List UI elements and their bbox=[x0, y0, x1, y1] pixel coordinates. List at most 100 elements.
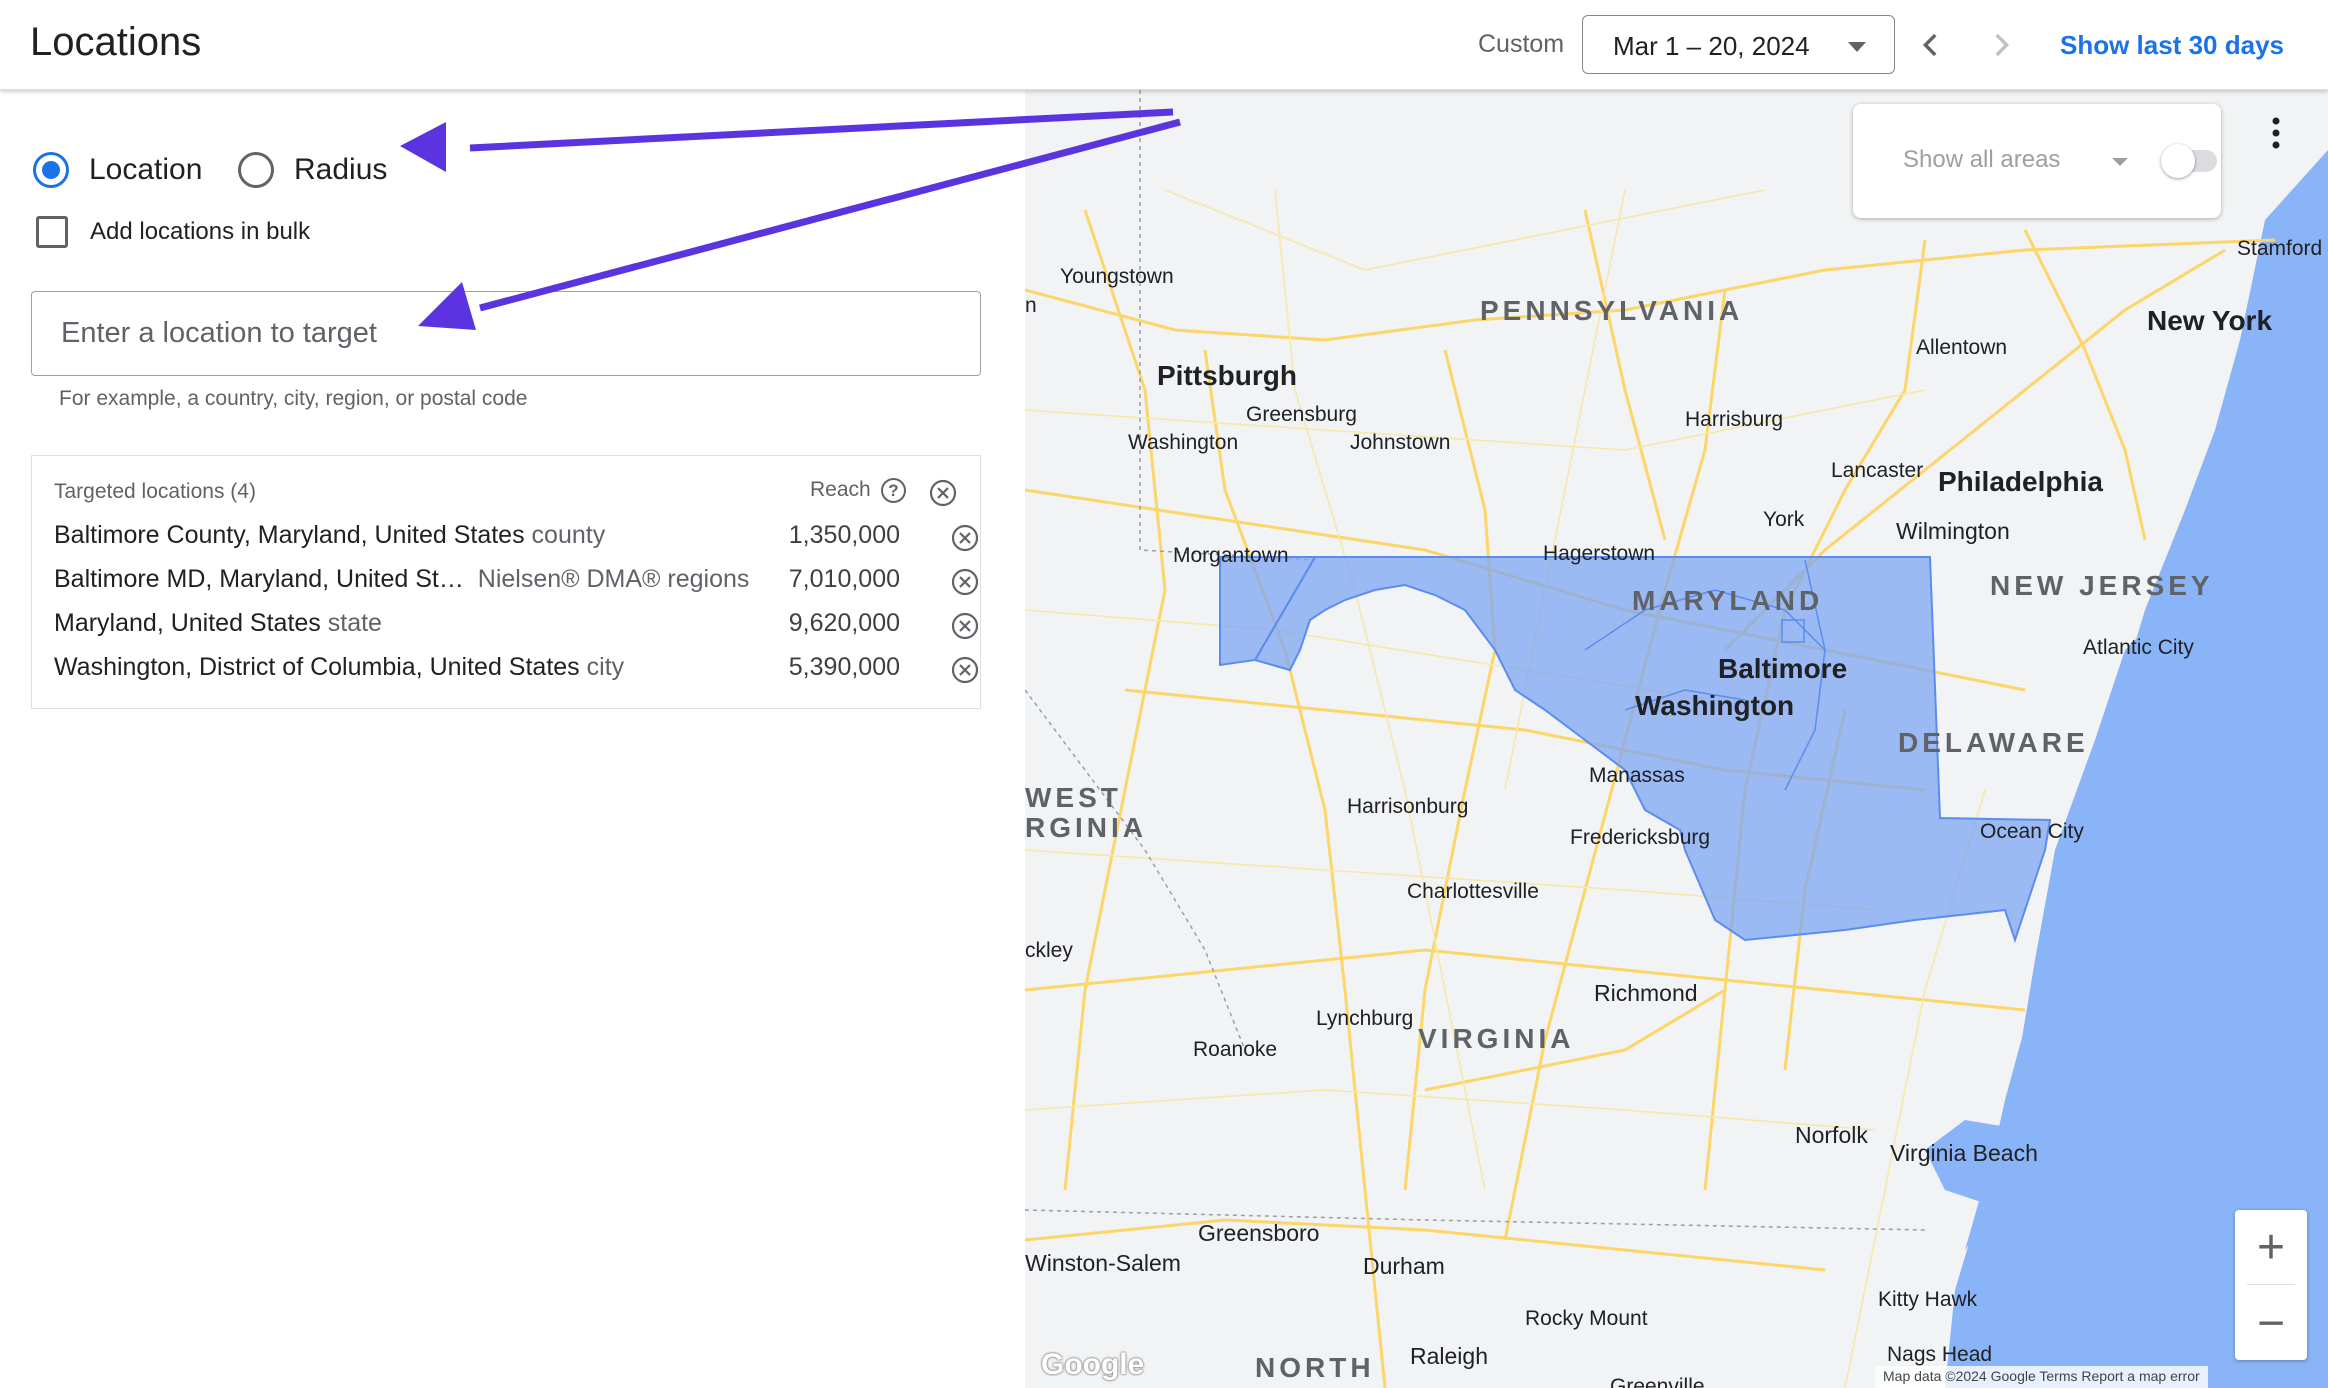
remove-location-icon[interactable] bbox=[950, 567, 980, 597]
toggle-knob bbox=[2161, 144, 2195, 178]
map-label-town: Charlottesville bbox=[1407, 880, 1539, 903]
location-reach: 9,620,000 bbox=[788, 609, 900, 637]
map-label-town: Greensburg bbox=[1246, 403, 1357, 426]
page-title: Locations bbox=[30, 20, 202, 64]
map-label-state: WEST bbox=[1025, 782, 1122, 813]
map-attribution[interactable]: Map data ©2024 Google Terms Report a map… bbox=[1875, 1366, 2208, 1388]
radio-location-indicator bbox=[33, 152, 69, 188]
map-label-town: Roanoke bbox=[1193, 1038, 1278, 1061]
show-all-areas-label[interactable]: Show all areas bbox=[1903, 146, 2060, 174]
remove-location-icon[interactable] bbox=[950, 611, 980, 641]
map-label-town: Durham bbox=[1363, 1253, 1445, 1279]
reach-column-header: Reach bbox=[810, 478, 871, 501]
map-label-town: Johnstown bbox=[1350, 431, 1451, 454]
date-range-type-label: Custom bbox=[1478, 30, 1565, 58]
top-bar: Locations Custom Mar 1 – 20, 2024 Show l… bbox=[0, 0, 2328, 90]
map-label-town: Atlantic City bbox=[2083, 636, 2194, 659]
map-label-town: Virginia Beach bbox=[1890, 1140, 2038, 1166]
google-logo: Google bbox=[1041, 1348, 1145, 1381]
show-all-areas-toggle[interactable] bbox=[2161, 144, 2217, 178]
zoom-divider bbox=[2247, 1284, 2295, 1285]
map-label-town: Harrisonburg bbox=[1347, 795, 1469, 818]
remove-location-icon[interactable] bbox=[950, 523, 980, 553]
map-label-town: Youngstown bbox=[1060, 265, 1174, 288]
map-label-state: NEW JERSEY bbox=[1990, 570, 2214, 601]
map-label-state: DELAWARE bbox=[1898, 727, 2089, 758]
remove-all-icon[interactable] bbox=[928, 478, 958, 508]
map-label-state: RGINIA bbox=[1025, 812, 1147, 843]
radio-location-label: Location bbox=[89, 153, 203, 186]
location-input-hint: For example, a country, city, region, or… bbox=[59, 387, 528, 410]
map-label-town: York bbox=[1763, 508, 1805, 531]
location-search-input[interactable] bbox=[31, 291, 981, 376]
map-label-town: Wilmington bbox=[1896, 518, 2010, 544]
show-all-areas-card: Show all areas bbox=[1853, 104, 2221, 218]
targeted-locations-list: Targeted locations (4) Reach ? Baltimore… bbox=[31, 455, 981, 709]
add-locations-in-bulk-checkbox[interactable]: Add locations in bulk bbox=[36, 216, 310, 248]
table-row: Washington, District of Columbia, United… bbox=[54, 647, 979, 687]
table-row: Baltimore MD, Maryland, United St… Niels… bbox=[54, 559, 979, 599]
map-label-town: Fredericksburg bbox=[1570, 826, 1711, 849]
map-label-city: Richmond bbox=[1594, 980, 1698, 1006]
map-label-city: Pittsburgh bbox=[1157, 360, 1297, 391]
show-last-30-days-link[interactable]: Show last 30 days bbox=[2060, 30, 2284, 61]
chevron-right-icon bbox=[1995, 33, 2010, 57]
map-label-city: Philadelphia bbox=[1938, 466, 2103, 497]
map-label-state: MARYLAND bbox=[1632, 585, 1824, 616]
location-name: Baltimore County, Maryland, United State… bbox=[54, 521, 606, 549]
map-label-town: Lancaster bbox=[1831, 459, 1924, 482]
map-label-city: New York bbox=[2147, 305, 2273, 336]
map-label-town: Winston-Salem bbox=[1025, 1250, 1181, 1276]
map-label-town: n bbox=[1025, 294, 1037, 317]
remove-location-icon[interactable] bbox=[950, 655, 980, 685]
location-name: Baltimore MD, Maryland, United St… Niels… bbox=[54, 565, 750, 593]
map-label-town: Greenville bbox=[1610, 1375, 1705, 1388]
map-label-state: PENNSYLVANIA bbox=[1480, 295, 1744, 326]
map-label-town: Morgantown bbox=[1173, 544, 1289, 567]
location-reach: 1,350,000 bbox=[788, 521, 900, 549]
map-view[interactable]: PENNSYLVANIA MARYLAND NEW JERSEY DELAWAR… bbox=[1025, 90, 2328, 1388]
map-label-town: Hagerstown bbox=[1543, 542, 1656, 565]
radio-radius[interactable]: Radius bbox=[238, 152, 387, 188]
map-label-town: Stamford bbox=[2237, 237, 2323, 260]
radio-radius-indicator bbox=[238, 152, 274, 188]
map-label-state: VIRGINIA bbox=[1418, 1023, 1575, 1054]
checkbox-box bbox=[36, 216, 68, 248]
map-label-state: NORTH bbox=[1255, 1352, 1375, 1383]
dropdown-arrow-icon bbox=[1848, 42, 1866, 52]
date-range-value: Mar 1 – 20, 2024 bbox=[1613, 31, 1810, 61]
radio-radius-label: Radius bbox=[294, 153, 388, 186]
map-label-town: Kitty Hawk bbox=[1878, 1288, 1978, 1311]
add-locations-in-bulk-label: Add locations in bulk bbox=[90, 218, 311, 245]
table-row: Baltimore County, Maryland, United State… bbox=[54, 515, 979, 555]
map-label-town: Washington bbox=[1128, 431, 1239, 454]
map-label-town: Ocean City bbox=[1980, 820, 2084, 843]
zoom-in-button[interactable]: + bbox=[2235, 1210, 2307, 1284]
map-label-town: Greensboro bbox=[1198, 1220, 1320, 1246]
map-label-town: Nags Head bbox=[1887, 1343, 1993, 1366]
map-label-town: ckley bbox=[1025, 939, 1073, 962]
map-label-town: Manassas bbox=[1589, 764, 1685, 787]
previous-period-button[interactable] bbox=[1906, 20, 1956, 70]
location-reach: 5,390,000 bbox=[788, 653, 900, 681]
date-range-select[interactable]: Mar 1 – 20, 2024 bbox=[1582, 15, 1895, 74]
location-name: Maryland, United States state bbox=[54, 609, 382, 637]
chevron-left-icon bbox=[1922, 33, 1937, 57]
more-vert-icon[interactable] bbox=[2271, 116, 2281, 150]
help-icon[interactable]: ? bbox=[881, 478, 906, 503]
map-label-city: Washington bbox=[1635, 690, 1795, 721]
targeted-locations-header: Targeted locations (4) bbox=[54, 480, 256, 503]
radio-location[interactable]: Location bbox=[33, 152, 202, 188]
map-label-town: Allentown bbox=[1916, 336, 2008, 359]
map-label-town: Rocky Mount bbox=[1525, 1307, 1648, 1330]
zoom-out-button[interactable]: − bbox=[2235, 1286, 2307, 1360]
map-label-town: Lynchburg bbox=[1316, 1007, 1414, 1030]
map-label-town: Harrisburg bbox=[1685, 408, 1784, 431]
next-period-button[interactable] bbox=[1976, 20, 2026, 70]
dropdown-arrow-icon[interactable] bbox=[2112, 158, 2128, 166]
map-label-city: Baltimore bbox=[1718, 653, 1848, 684]
table-row: Maryland, United States state 9,620,000 bbox=[54, 603, 979, 643]
map-base bbox=[1025, 90, 2328, 1388]
location-name: Washington, District of Columbia, United… bbox=[54, 653, 625, 681]
zoom-controls: + − bbox=[2235, 1210, 2307, 1360]
